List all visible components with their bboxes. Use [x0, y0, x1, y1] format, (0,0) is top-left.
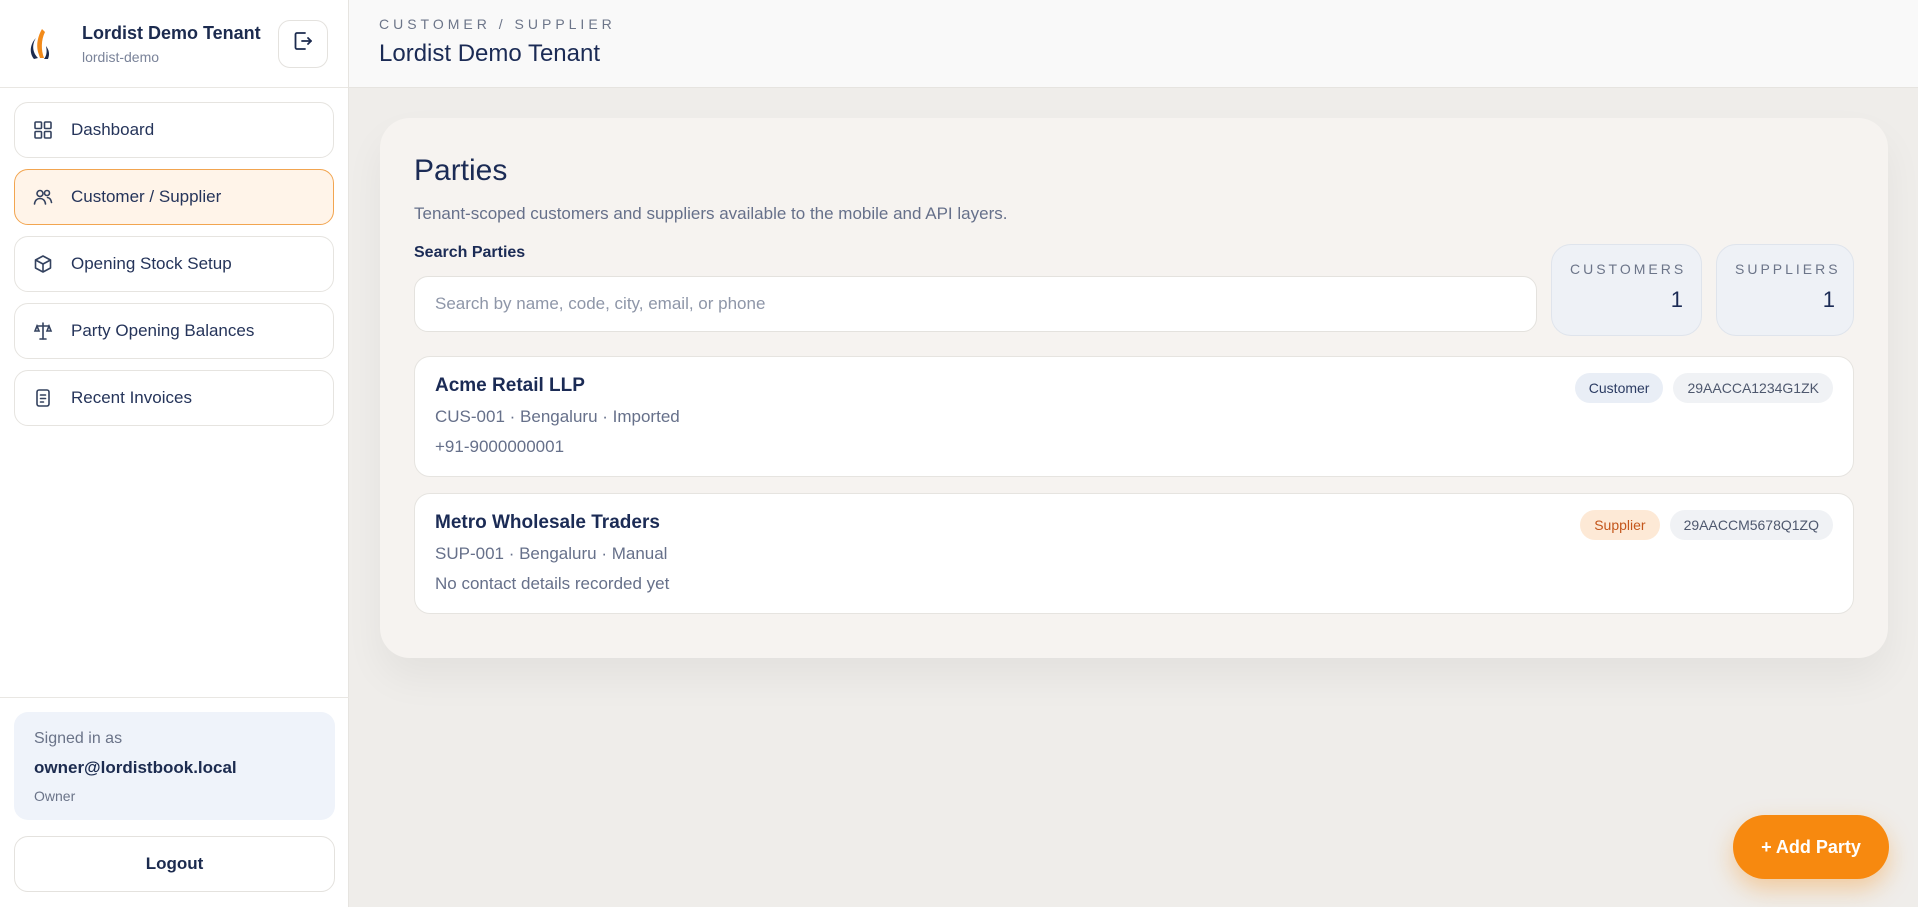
party-type-badge: Customer	[1574, 373, 1664, 403]
sidebar-item-label: Recent Invoices	[71, 388, 192, 407]
party-meta: SUP-001 · Bengaluru · Manual	[435, 544, 668, 563]
gstin-badge: 29AACCA1234G1ZK	[1673, 373, 1833, 403]
logout-button[interactable]: Logout	[14, 836, 335, 892]
balance-icon	[33, 321, 53, 341]
page-title: Parties	[414, 154, 508, 187]
invoice-icon	[33, 388, 53, 408]
suppliers-stat-label: SUPPLIERS	[1735, 261, 1841, 277]
party-contact: +91-9000000001	[435, 437, 565, 456]
sidebar-item-opening-stock[interactable]: Opening Stock Setup	[14, 236, 334, 292]
parties-card: Parties Tenant-scoped customers and supp…	[380, 118, 1888, 658]
users-icon	[33, 187, 53, 207]
sidebar-nav: Dashboard Customer / Supplier Opening St…	[0, 88, 348, 426]
tenant-name: Lordist Demo Tenant	[82, 22, 261, 43]
gstin-badge: 29AACCM5678Q1ZQ	[1669, 510, 1833, 540]
sidebar-item-customer-supplier[interactable]: Customer / Supplier	[14, 169, 334, 225]
signed-in-card: Signed in as owner@lordistbook.local Own…	[14, 712, 335, 820]
party-row[interactable]: Acme Retail LLP CUS-001 · Bengaluru · Im…	[414, 356, 1854, 477]
page-header-title: Lordist Demo Tenant	[379, 40, 601, 67]
box-icon	[33, 254, 53, 274]
page-description: Tenant-scoped customers and suppliers av…	[414, 204, 1008, 223]
sidebar-item-label: Dashboard	[71, 120, 155, 139]
sidebar-item-party-opening-balances[interactable]: Party Opening Balances	[14, 303, 334, 359]
sidebar-item-label: Customer / Supplier	[71, 187, 222, 206]
suppliers-stat: SUPPLIERS 1	[1716, 244, 1854, 336]
user-role: Owner	[34, 788, 76, 804]
tenant-logo	[20, 21, 64, 66]
signed-in-label: Signed in as	[34, 730, 123, 747]
sidebar-item-label: Opening Stock Setup	[71, 254, 232, 273]
search-label: Search Parties	[414, 244, 526, 261]
customers-stat-label: CUSTOMERS	[1570, 261, 1687, 277]
switch-tenant-button[interactable]	[278, 19, 328, 68]
sidebar-footer: Signed in as owner@lordistbook.local Own…	[0, 697, 349, 907]
topbar: CUSTOMER / SUPPLIER Lordist Demo Tenant	[349, 0, 1918, 88]
grid-icon	[33, 120, 53, 140]
user-email: owner@lordistbook.local	[34, 758, 237, 777]
suppliers-stat-value: 1	[1822, 287, 1835, 312]
sidebar: Lordist Demo Tenant lordist-demo Dashboa…	[0, 0, 349, 907]
search-input[interactable]	[414, 276, 1537, 332]
party-row[interactable]: Metro Wholesale Traders SUP-001 · Bengal…	[414, 493, 1854, 614]
add-party-button[interactable]: + Add Party	[1733, 815, 1889, 879]
tenant-slug: lordist-demo	[82, 48, 160, 65]
sidebar-item-label: Party Opening Balances	[71, 321, 255, 340]
party-contact: No contact details recorded yet	[435, 574, 670, 593]
party-type-badge: Supplier	[1580, 510, 1660, 540]
breadcrumb: CUSTOMER / SUPPLIER	[379, 16, 616, 32]
tenant-header: Lordist Demo Tenant lordist-demo	[0, 0, 348, 88]
party-meta: CUS-001 · Bengaluru · Imported	[435, 407, 680, 426]
exit-icon	[292, 30, 314, 57]
sidebar-item-recent-invoices[interactable]: Recent Invoices	[14, 370, 334, 426]
sidebar-item-dashboard[interactable]: Dashboard	[14, 102, 334, 158]
customers-stat-value: 1	[1670, 287, 1683, 312]
search-row: Search Parties CUSTOMERS 1 SUPPLIERS 1	[414, 244, 1854, 336]
customers-stat: CUSTOMERS 1	[1551, 244, 1702, 336]
